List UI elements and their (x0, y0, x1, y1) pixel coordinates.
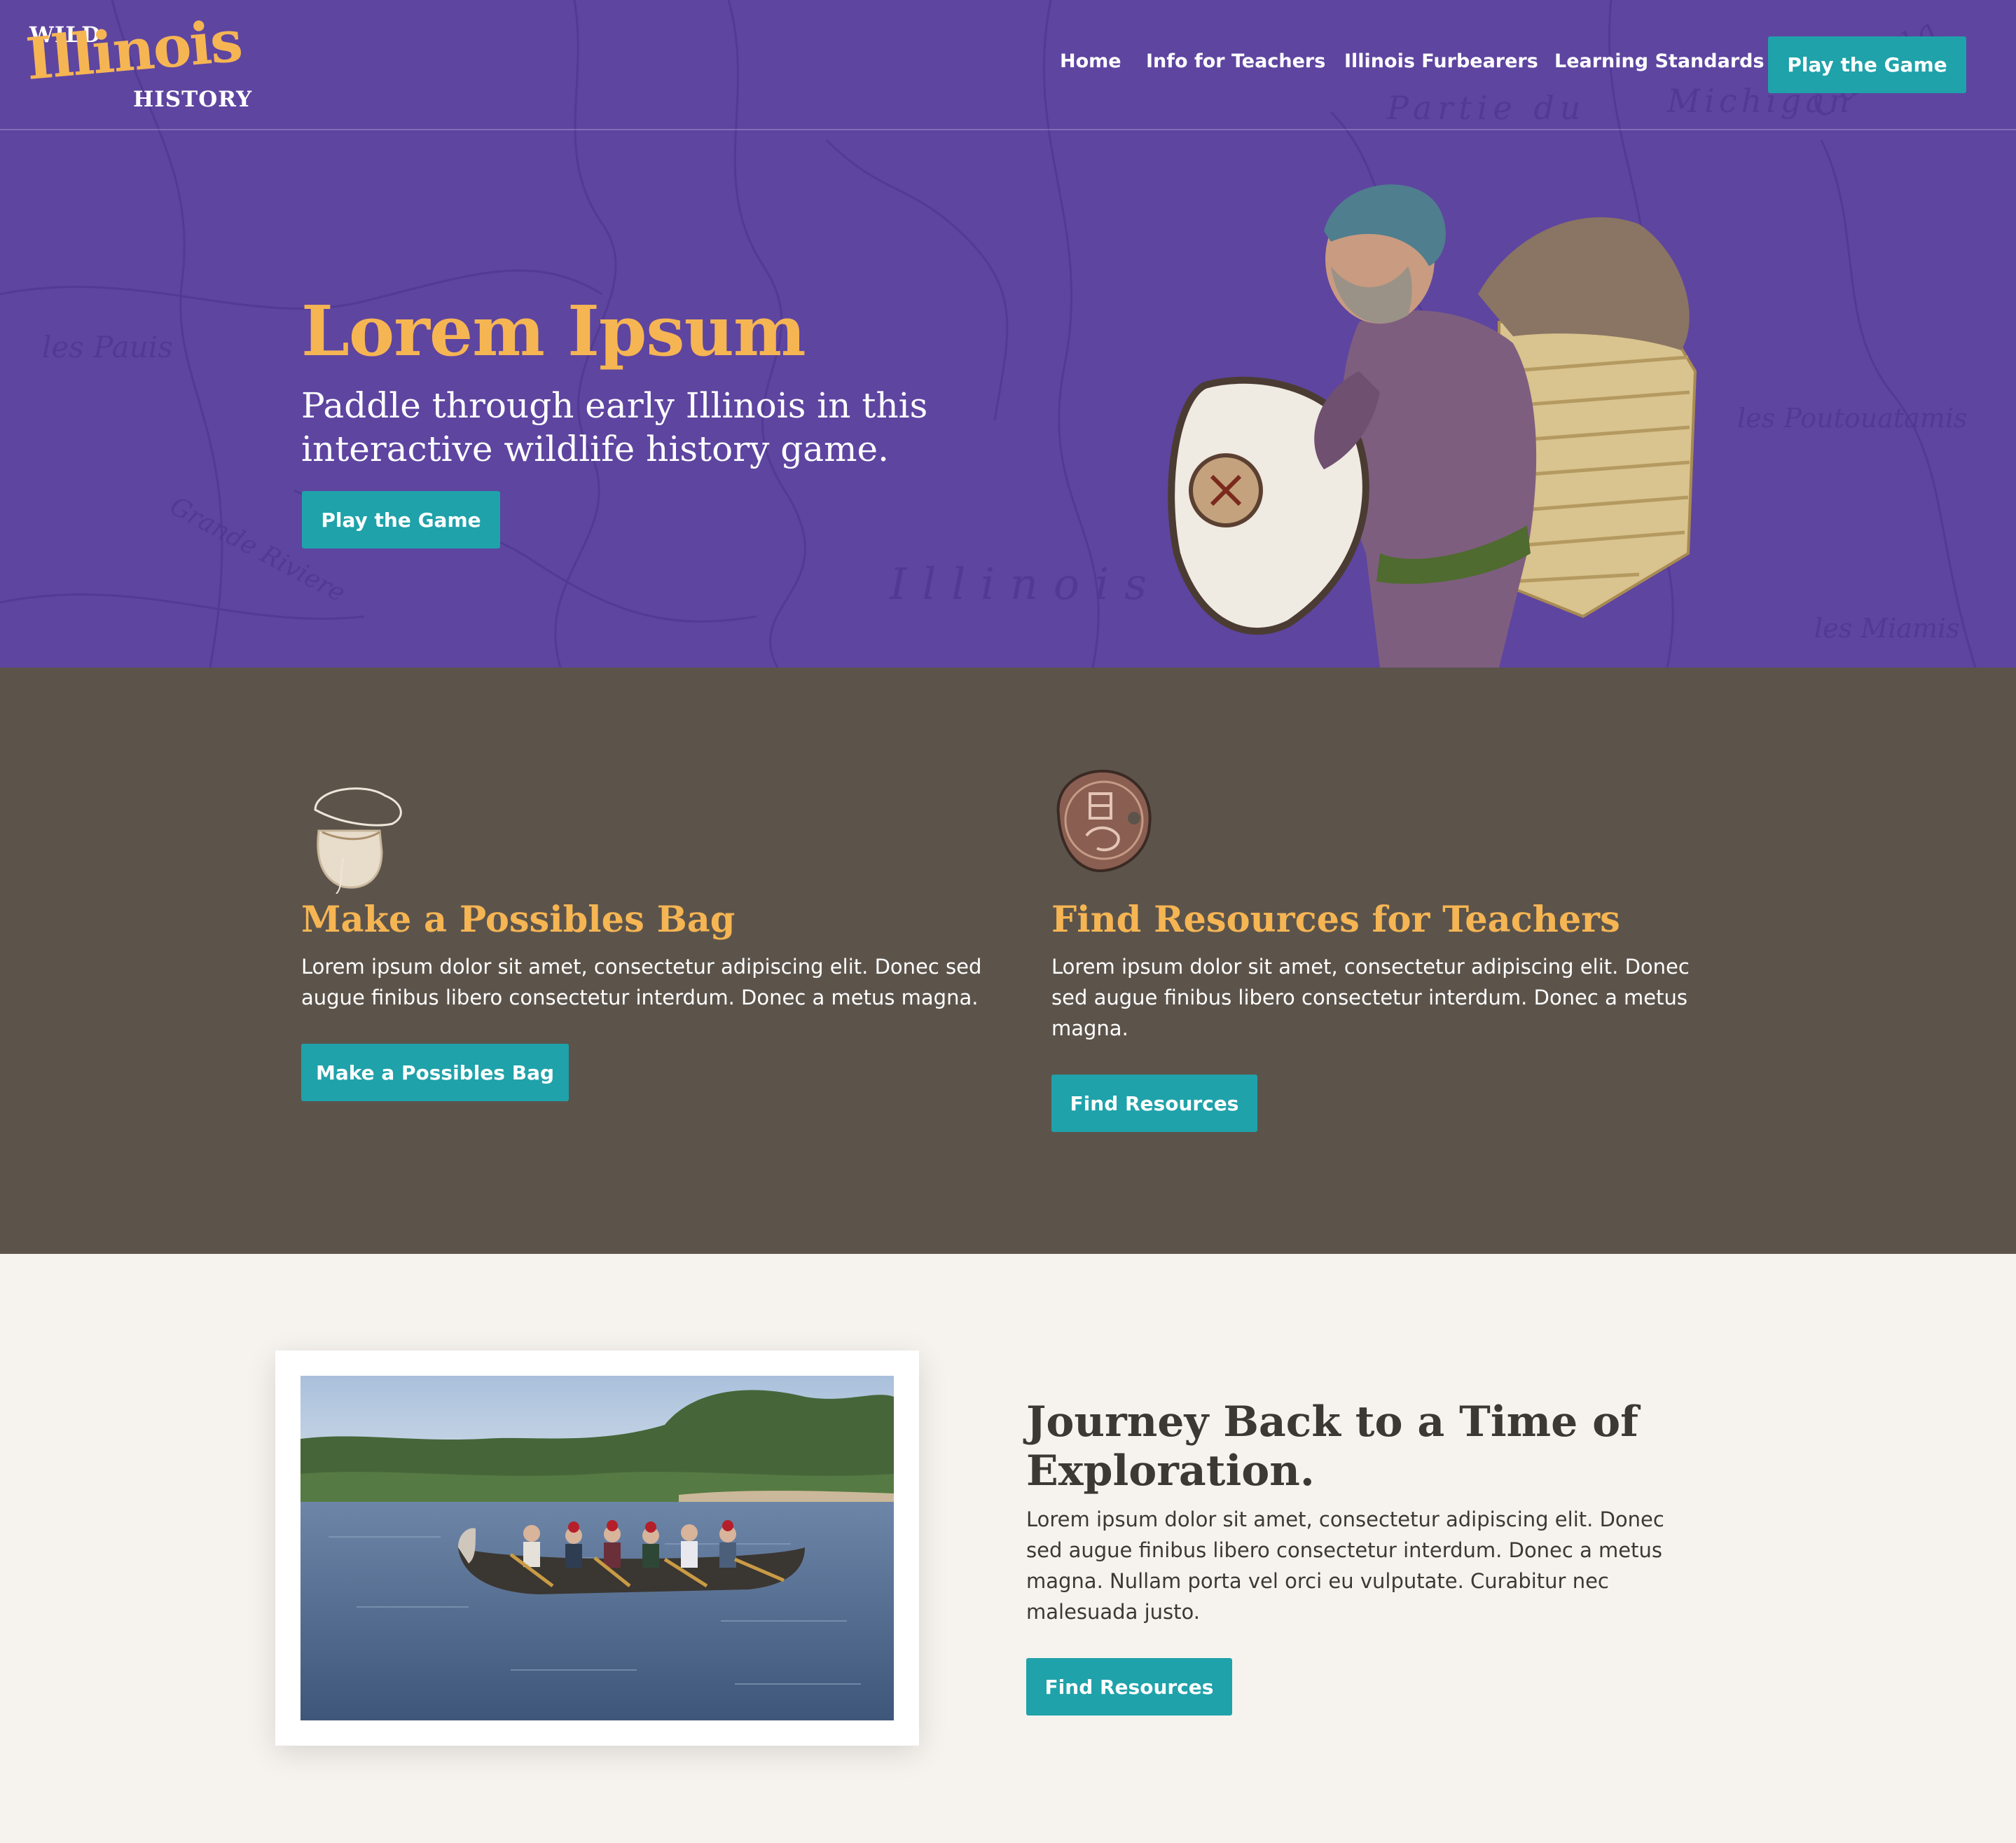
fur-trader-image (1168, 184, 1697, 668)
make-possibles-bag-button[interactable]: Make a Possibles Bag (301, 1044, 569, 1101)
features-section: Make a Possibles Bag Lorem ipsum dolor s… (0, 668, 2016, 1254)
canoe-photo-frame (275, 1351, 919, 1746)
nav-home[interactable]: Home (1060, 50, 1121, 72)
nav-info-for-teachers[interactable]: Info for Teachers (1146, 50, 1325, 72)
hero-section: les Pauis Illinois les Miamis les Poutou… (0, 0, 2016, 668)
journey-body: Lorem ipsum dolor sit amet, consectetur … (1026, 1507, 1664, 1624)
svg-text:les Pauis: les Pauis (42, 330, 173, 364)
journey-section: Journey Back to a Time of Exploration. L… (0, 1254, 2016, 1843)
teacher-resources-title: Find Resources for Teachers (1051, 899, 1620, 941)
main-nav: Home Info for Teachers Illinois Furbeare… (0, 36, 2016, 92)
nav-illinois-furbearers[interactable]: Illinois Furbearers (1344, 50, 1538, 72)
possibles-bag-icon (314, 787, 402, 894)
nav-learning-standards[interactable]: Learning Standards (1554, 50, 1765, 72)
coin-icon (1056, 769, 1152, 873)
svg-text:les Poutouatamis: les Poutouatamis (1737, 403, 1968, 434)
canoe-photo (301, 1376, 894, 1720)
possibles-bag-body: Lorem ipsum dolor sit amet, consectetur … (301, 955, 982, 1009)
svg-text:Illinois: Illinois (889, 558, 1162, 609)
site-header: WILD Illinois HISTORY Home Info for Teac… (0, 0, 2016, 130)
play-game-nav-button[interactable]: Play the Game (1768, 36, 1966, 93)
possibles-bag-title: Make a Possibles Bag (301, 899, 736, 941)
find-resources-feature-button[interactable]: Find Resources (1051, 1075, 1257, 1132)
find-resources-journey-button[interactable]: Find Resources (1026, 1658, 1232, 1716)
play-game-hero-button[interactable]: Play the Game (302, 491, 500, 548)
hero-subtitle: Paddle through early Illinois in this in… (301, 385, 928, 469)
journey-title: Journey Back to a Time of Exploration. (1026, 1397, 1638, 1496)
teacher-resources-body: Lorem ipsum dolor sit amet, consectetur … (1051, 955, 1690, 1040)
hero-title: Lorem Ipsum (301, 291, 806, 372)
svg-text:les Miamis: les Miamis (1814, 613, 1960, 644)
